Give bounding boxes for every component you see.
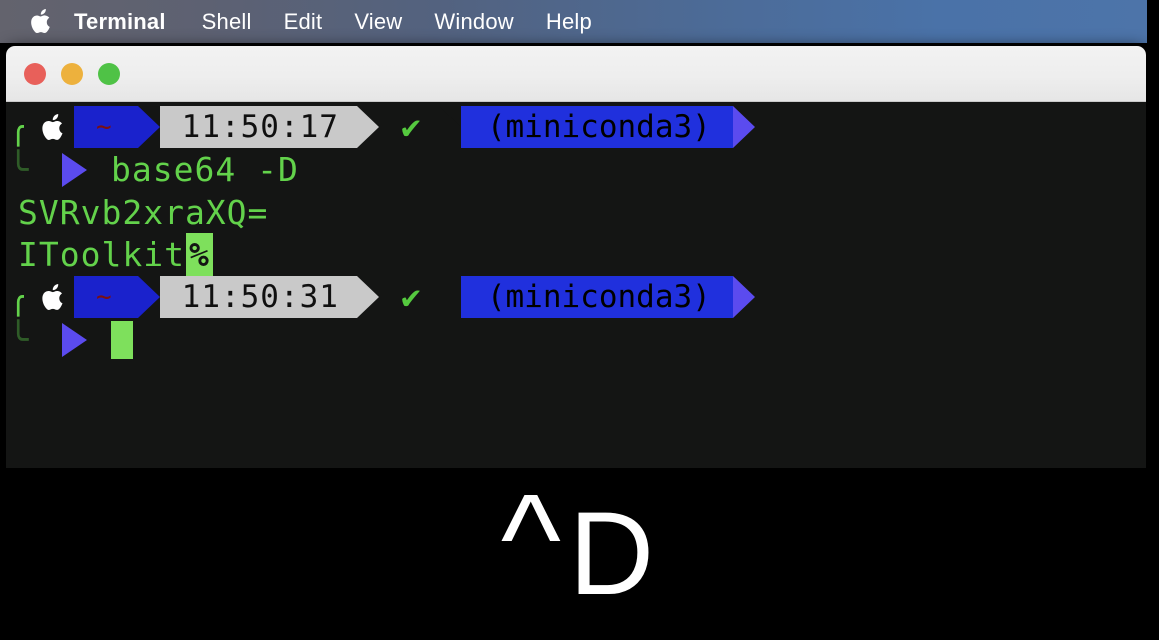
prompt-line: ╭ ~ 11:50:31 ✔ (miniconda3) <box>6 276 1146 318</box>
minimize-button[interactable] <box>61 62 83 85</box>
window-titlebar[interactable] <box>6 46 1146 102</box>
powerline-separator-icon <box>732 106 755 148</box>
block-cursor <box>111 321 133 359</box>
prompt-caret-icon <box>62 153 87 187</box>
apple-logo-icon <box>24 276 74 318</box>
menu-item-help[interactable]: Help <box>546 9 592 35</box>
keystroke-glyphs: ^ D <box>501 476 659 620</box>
menu-bar: Terminal Shell Edit View Window Help <box>0 0 1147 43</box>
powerline-separator-icon <box>356 106 379 148</box>
conda-env-segment: (miniconda3) <box>460 106 733 148</box>
menu-item-view[interactable]: View <box>354 9 402 35</box>
menu-item-shell[interactable]: Shell <box>202 9 252 35</box>
powerline-separator-icon <box>356 276 379 318</box>
input-line[interactable]: ╰ <box>6 318 1146 362</box>
powerline-separator-icon <box>137 276 160 318</box>
screen-bezel <box>1147 0 1159 640</box>
powerline-separator-icon <box>732 276 755 318</box>
time-segment: 11:50:31 <box>159 276 357 318</box>
prompt-caret-icon <box>62 323 87 357</box>
prompt-bracket-top: ╭ <box>8 277 29 317</box>
cwd-segment: ~ <box>74 106 138 148</box>
maximize-button[interactable] <box>98 62 120 85</box>
menu-item-window[interactable]: Window <box>434 9 513 35</box>
status-check-icon: ✔ <box>378 276 439 318</box>
output-text: SVRvb2xraXQ= <box>18 193 269 232</box>
apple-logo-icon <box>24 106 74 148</box>
menu-item-edit[interactable]: Edit <box>284 9 323 35</box>
close-button[interactable] <box>24 62 46 85</box>
partial-line-marker: % <box>185 233 213 277</box>
output-line: IToolkit% <box>6 233 1146 277</box>
menu-item-terminal[interactable]: Terminal <box>74 9 166 35</box>
powerline-prompt: ~ 11:50:31 ✔ (miniconda3) <box>24 276 755 318</box>
command-line: ╰ base64 -D <box>6 148 1146 192</box>
prompt-line: ╭ ~ 11:50:17 ✔ (miniconda3) <box>6 106 1146 148</box>
powerline-prompt: ~ 11:50:17 ✔ (miniconda3) <box>24 106 755 148</box>
powerline-separator-icon <box>438 106 461 148</box>
powerline-separator-icon <box>137 106 160 148</box>
output-text: IToolkit <box>18 235 185 274</box>
keystroke-overlay: ^ D <box>0 468 1159 640</box>
conda-env-segment: (miniconda3) <box>460 276 733 318</box>
command-text: base64 -D <box>111 150 299 189</box>
status-check-icon: ✔ <box>378 106 439 148</box>
prompt-bracket-bottom: ╰ <box>8 320 29 360</box>
powerline-separator-icon <box>438 276 461 318</box>
control-caret-glyph: ^ <box>500 468 565 611</box>
terminal-output-area[interactable]: ╭ ~ 11:50:17 ✔ (miniconda3) ╰ base64 -D … <box>6 102 1146 468</box>
cwd-segment: ~ <box>74 276 138 318</box>
output-line: SVRvb2xraXQ= <box>6 192 1146 234</box>
apple-logo-icon[interactable] <box>30 9 52 35</box>
desktop-screen: Terminal Shell Edit View Window Help ╭ ~… <box>0 0 1159 640</box>
terminal-window: ╭ ~ 11:50:17 ✔ (miniconda3) ╰ base64 -D … <box>6 46 1146 468</box>
prompt-bracket-top: ╭ <box>8 107 29 147</box>
key-d-glyph: D <box>568 488 659 620</box>
prompt-bracket-bottom: ╰ <box>8 150 29 190</box>
time-segment: 11:50:17 <box>159 106 357 148</box>
